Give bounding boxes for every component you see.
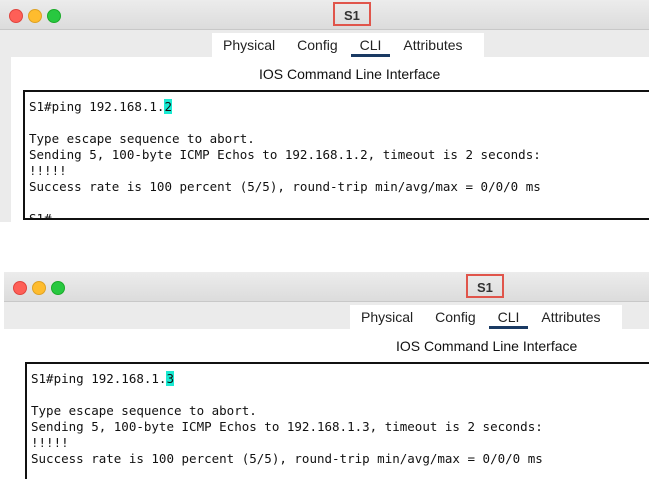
tab-config[interactable]: Config bbox=[424, 305, 486, 329]
window-body: Physical Config CLI Attributes IOS Comma… bbox=[4, 302, 649, 479]
cli-console[interactable]: S1#ping 192.168.1.2 Type escape sequence… bbox=[23, 90, 649, 220]
minimize-button[interactable] bbox=[28, 9, 42, 23]
cli-line bbox=[29, 115, 649, 131]
cli-line: !!!!! bbox=[31, 435, 69, 450]
tab-config[interactable]: Config bbox=[286, 33, 348, 57]
tab-bar: Physical Config CLI Attributes bbox=[350, 305, 622, 329]
title-bar: S1 bbox=[0, 0, 649, 30]
cli-panel: IOS Command Line Interface S1#ping 192.1… bbox=[4, 329, 649, 479]
close-button[interactable] bbox=[9, 9, 23, 23]
close-button[interactable] bbox=[13, 281, 27, 295]
panel-title: IOS Command Line Interface bbox=[259, 66, 441, 82]
cli-command-line: S1#ping 192.168.1.2 bbox=[29, 99, 172, 114]
device-window-1: S1 Physical Config CLI Attributes IOS Co… bbox=[0, 0, 649, 222]
cli-line: Success rate is 100 percent (5/5), round… bbox=[31, 451, 543, 466]
tab-physical[interactable]: Physical bbox=[350, 305, 424, 329]
window-body: Physical Config CLI Attributes IOS Comma… bbox=[0, 30, 649, 222]
zoom-button[interactable] bbox=[47, 9, 61, 23]
highlighted-octet: 3 bbox=[166, 371, 174, 386]
cli-command-line: S1#ping 192.168.1.3 bbox=[31, 371, 174, 386]
tab-attributes[interactable]: Attributes bbox=[530, 305, 611, 329]
cli-line: Success rate is 100 percent (5/5), round… bbox=[29, 179, 541, 194]
window-title: S1 bbox=[466, 274, 504, 298]
cli-line: Sending 5, 100-byte ICMP Echos to 192.16… bbox=[31, 419, 543, 434]
tab-bar: Physical Config CLI Attributes bbox=[212, 33, 484, 57]
zoom-button[interactable] bbox=[51, 281, 65, 295]
cli-line: S1# bbox=[29, 211, 52, 220]
tab-attributes[interactable]: Attributes bbox=[392, 33, 473, 57]
minimize-button[interactable] bbox=[32, 281, 46, 295]
device-window-2: S1 Physical Config CLI Attributes IOS Co… bbox=[0, 272, 649, 479]
cli-line bbox=[31, 387, 649, 403]
cli-console[interactable]: S1#ping 192.168.1.3 Type escape sequence… bbox=[25, 362, 649, 479]
title-bar: S1 bbox=[4, 272, 649, 302]
cli-panel: IOS Command Line Interface S1#ping 192.1… bbox=[11, 57, 649, 222]
cli-line bbox=[29, 195, 649, 211]
cli-line: Type escape sequence to abort. bbox=[31, 403, 257, 418]
cli-line: Type escape sequence to abort. bbox=[29, 131, 255, 146]
highlighted-octet: 2 bbox=[164, 99, 172, 114]
window-title: S1 bbox=[333, 2, 371, 26]
cli-line: Sending 5, 100-byte ICMP Echos to 192.16… bbox=[29, 147, 541, 162]
tab-cli[interactable]: CLI bbox=[487, 305, 531, 329]
tab-cli[interactable]: CLI bbox=[349, 33, 393, 57]
tab-physical[interactable]: Physical bbox=[212, 33, 286, 57]
panel-title: IOS Command Line Interface bbox=[396, 338, 578, 354]
cli-line: !!!!! bbox=[29, 163, 67, 178]
